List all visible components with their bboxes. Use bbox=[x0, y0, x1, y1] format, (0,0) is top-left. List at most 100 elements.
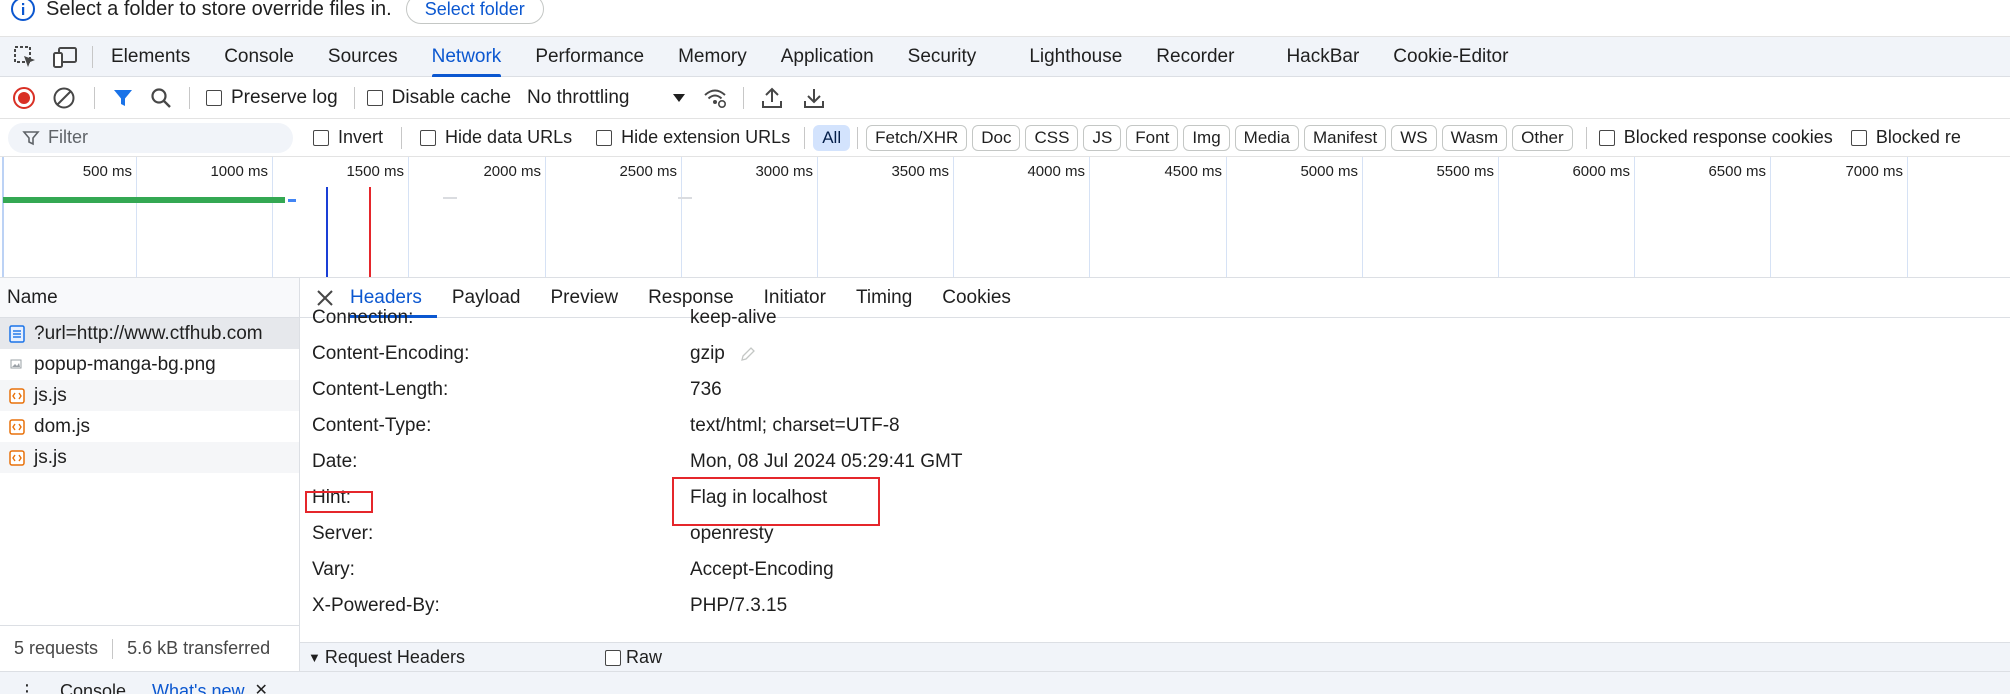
timeline-gridline bbox=[1089, 157, 1090, 277]
timeline-tick-label: 2500 ms bbox=[619, 163, 677, 180]
toolbar-divider bbox=[92, 45, 93, 68]
filter-input[interactable]: Filter bbox=[8, 122, 293, 153]
request-name: ?url=http://www.ctfhub.com bbox=[34, 322, 263, 344]
type-chip-wasm[interactable]: Wasm bbox=[1441, 124, 1508, 151]
checkbox-box[interactable] bbox=[420, 129, 437, 146]
timeline-tick-label: 3000 ms bbox=[755, 163, 813, 180]
header-row: X-Powered-By: PHP/7.3.15 bbox=[300, 588, 2010, 624]
type-chip-media[interactable]: Media bbox=[1234, 124, 1299, 151]
type-chip-ws[interactable]: WS bbox=[1391, 124, 1437, 151]
tab-lighthouse[interactable]: Lighthouse bbox=[1029, 37, 1122, 77]
tab-cookie-editor[interactable]: Cookie-Editor bbox=[1393, 37, 1508, 77]
tab-elements[interactable]: Elements bbox=[111, 37, 190, 77]
type-chip-img[interactable]: Img bbox=[1183, 124, 1230, 151]
checkbox-box[interactable] bbox=[596, 129, 613, 146]
close-icon[interactable]: ✕ bbox=[255, 682, 268, 694]
blocked-response-cookies-checkbox[interactable]: Blocked response cookies bbox=[1598, 127, 1833, 148]
header-value: Accept-Encoding bbox=[690, 559, 834, 580]
more-options-icon[interactable]: ⋮ bbox=[18, 682, 36, 694]
raw-label: Raw bbox=[625, 647, 662, 667]
name-column-header[interactable]: Name bbox=[0, 278, 299, 318]
request-name: dom.js bbox=[34, 415, 90, 437]
tab-recorder[interactable]: Recorder bbox=[1156, 37, 1234, 77]
image-file-icon bbox=[10, 359, 22, 368]
hide-data-urls-label: Hide data URLs bbox=[445, 127, 573, 147]
checkbox-box[interactable] bbox=[1598, 129, 1615, 146]
type-chip-manifest[interactable]: Manifest bbox=[1303, 124, 1387, 151]
request-detail-pane: Headers Payload Preview Response Initiat… bbox=[300, 278, 2010, 671]
type-chip-fetch-xhr[interactable]: Fetch/XHR bbox=[866, 124, 968, 151]
clear-icon[interactable] bbox=[52, 86, 76, 110]
hide-extension-urls-checkbox[interactable]: Hide extension URLs bbox=[596, 127, 790, 148]
type-chip-css[interactable]: CSS bbox=[1025, 124, 1079, 151]
inspect-element-icon[interactable] bbox=[12, 44, 38, 70]
hint-key-highlight bbox=[305, 491, 373, 513]
timeline-tick-label: 2000 ms bbox=[483, 163, 541, 180]
tab-hackbar[interactable]: HackBar bbox=[1286, 37, 1359, 77]
timeline-gridline bbox=[817, 157, 818, 277]
request-row[interactable]: js.js bbox=[0, 442, 299, 473]
request-row[interactable]: popup-manga-bg.png bbox=[0, 349, 299, 380]
type-chip-other[interactable]: Other bbox=[1512, 124, 1573, 151]
request-row[interactable]: js.js bbox=[0, 380, 299, 411]
type-chip-doc[interactable]: Doc bbox=[972, 124, 1021, 151]
document-icon bbox=[9, 324, 25, 343]
tab-console[interactable]: Console bbox=[224, 37, 294, 77]
throttling-value: No throttling bbox=[527, 86, 630, 108]
header-value: gzip bbox=[690, 343, 725, 364]
timeline-gridline bbox=[545, 157, 546, 277]
checkbox-box[interactable] bbox=[1850, 129, 1867, 146]
timeline-tick-label: 4500 ms bbox=[1164, 163, 1222, 180]
header-value: openresty bbox=[690, 523, 774, 544]
tab-performance[interactable]: Performance bbox=[535, 37, 644, 77]
type-chip-font[interactable]: Font bbox=[1126, 124, 1179, 151]
preserve-log-checkbox[interactable]: Preserve log bbox=[206, 87, 338, 109]
header-row: Connection: keep-alive bbox=[300, 300, 2010, 336]
checkbox-box[interactable] bbox=[206, 89, 222, 106]
import-har-icon[interactable] bbox=[760, 86, 784, 110]
device-toolbar-icon[interactable] bbox=[52, 44, 78, 70]
drawer-tab-whats-new[interactable]: What's new bbox=[152, 682, 244, 694]
checkbox-box[interactable] bbox=[366, 89, 383, 106]
request-row[interactable]: dom.js bbox=[0, 411, 299, 442]
export-har-icon[interactable] bbox=[802, 86, 826, 110]
drawer-tab-console[interactable]: Console bbox=[60, 682, 126, 694]
toolbar-divider bbox=[94, 86, 95, 109]
timeline-gridline bbox=[1907, 157, 1908, 277]
filter-icon[interactable] bbox=[111, 86, 135, 110]
checkbox-box[interactable] bbox=[313, 129, 329, 146]
override-infobar: Select a folder to store override files … bbox=[0, 0, 2010, 37]
tab-memory[interactable]: Memory bbox=[678, 37, 747, 77]
disable-cache-checkbox[interactable]: Disable cache bbox=[366, 87, 511, 109]
timeline-tick-label: 1000 ms bbox=[210, 163, 268, 180]
pencil-icon[interactable] bbox=[740, 346, 756, 362]
request-headers-section[interactable]: ▼ Request Headers Raw bbox=[300, 642, 2010, 671]
filter-icon bbox=[22, 130, 40, 145]
tab-security[interactable]: Security bbox=[908, 37, 977, 77]
timeline-tick-label: 6500 ms bbox=[1708, 163, 1766, 180]
search-icon[interactable] bbox=[149, 86, 173, 110]
header-key: X-Powered-By: bbox=[312, 595, 440, 616]
tab-application[interactable]: Application bbox=[781, 37, 874, 77]
invert-checkbox[interactable]: Invert bbox=[313, 127, 383, 148]
select-folder-button[interactable]: Select folder bbox=[405, 0, 544, 24]
network-toolbar: Preserve log Disable cache No throttling bbox=[0, 77, 2010, 119]
stop-recording-icon[interactable] bbox=[12, 86, 36, 110]
tab-sources[interactable]: Sources bbox=[328, 37, 398, 77]
triangle-down-icon: ▼ bbox=[308, 650, 321, 665]
blocked-requests-checkbox[interactable]: Blocked re bbox=[1850, 127, 1961, 148]
network-conditions-icon[interactable] bbox=[703, 86, 727, 110]
network-overview-timeline[interactable]: 500 ms 1000 ms 1500 ms 2000 ms 2500 ms 3000 m… bbox=[0, 157, 2010, 278]
request-row[interactable]: ?url=http://www.ctfhub.com bbox=[0, 318, 299, 349]
header-row: Server: openresty bbox=[300, 516, 2010, 552]
hide-data-urls-checkbox[interactable]: Hide data URLs bbox=[420, 127, 572, 148]
request-headers-title: Request Headers bbox=[324, 647, 465, 667]
timeline-gridline bbox=[408, 157, 409, 277]
type-chip-js[interactable]: JS bbox=[1083, 124, 1122, 151]
type-chip-all[interactable]: All bbox=[813, 124, 851, 151]
header-row: Content-Type: text/html; charset=UTF-8 bbox=[300, 408, 2010, 444]
raw-checkbox[interactable]: Raw bbox=[604, 647, 662, 668]
throttling-select[interactable]: No throttling bbox=[527, 86, 686, 109]
tab-network[interactable]: Network bbox=[431, 37, 501, 77]
checkbox-box[interactable] bbox=[604, 649, 621, 666]
